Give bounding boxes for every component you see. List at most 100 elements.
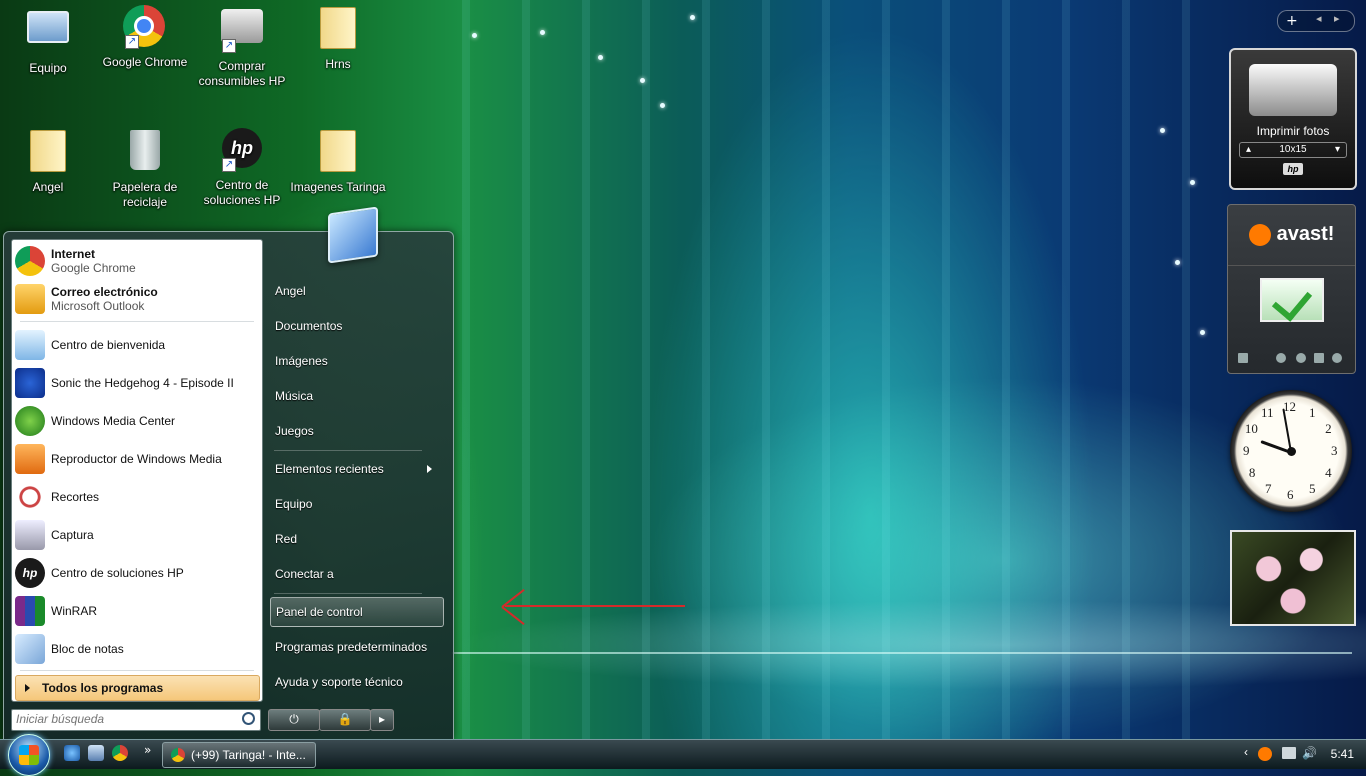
outlook-icon — [15, 284, 45, 314]
volume-icon[interactable]: 🔊 — [1302, 746, 1317, 760]
place-conectar-a[interactable]: Conectar a — [270, 559, 444, 589]
twitter-icon[interactable] — [1296, 353, 1306, 363]
clock-gadget[interactable]: 12 1 2 3 4 5 6 7 8 9 10 11 — [1230, 390, 1352, 512]
camera-icon — [15, 520, 45, 550]
clock[interactable]: 5:41 — [1331, 747, 1354, 761]
all-programs-button[interactable]: Todos los programas — [15, 675, 260, 701]
power-button[interactable]: ⏻ — [268, 709, 320, 731]
power-icon: ⏻ — [289, 712, 299, 726]
list-item[interactable]: Reproductor de Windows Media — [15, 442, 259, 476]
list-item[interactable]: WinRAR — [15, 594, 259, 628]
place-panel-de-control[interactable]: Panel de control — [270, 597, 444, 627]
rss-icon[interactable] — [1332, 353, 1342, 363]
desktop-icon-comprar-consumibles-hp[interactable]: ↗ Comprar consumibles HP — [194, 5, 290, 89]
desktop-icon-google-chrome[interactable]: ↗ Google Chrome — [97, 5, 193, 70]
chevron-down-icon[interactable]: ▾ — [1335, 143, 1340, 157]
user-folder-icon — [30, 130, 66, 172]
clock-numeral: 12 — [1283, 399, 1296, 414]
hp-logo: hp — [1283, 163, 1303, 175]
place-elementos-recientes[interactable]: Elementos recientes — [270, 454, 444, 484]
network-icon[interactable] — [1282, 747, 1296, 759]
taskbar-window-chrome[interactable]: (+99) Taringa! - Inte... — [162, 742, 316, 768]
pinned-item-title: Internet — [51, 247, 96, 261]
list-item[interactable]: Bloc de notas — [15, 632, 259, 666]
list-item-label: Centro de soluciones HP — [51, 566, 184, 580]
place-juegos[interactable]: Juegos — [270, 416, 444, 446]
slideshow-gadget[interactable] — [1230, 530, 1356, 626]
pinned-item-correo[interactable]: Correo electrónico Microsoft Outlook — [15, 282, 259, 316]
list-item[interactable]: Windows Media Center — [15, 404, 259, 438]
all-programs-label: Todos los programas — [42, 681, 164, 695]
printer-gadget-title: Imprimir fotos — [1256, 124, 1330, 138]
taskbar-window-title: (+99) Taringa! - Inte... — [191, 748, 306, 762]
up-arrow-icon[interactable]: ▴ — [1246, 143, 1251, 157]
place-musica[interactable]: Música — [270, 381, 444, 411]
search-input[interactable] — [12, 710, 240, 728]
add-gadget-button[interactable]: + — [1286, 11, 1298, 31]
lock-button[interactable]: 🔒 — [319, 709, 371, 731]
previous-icon[interactable]: ◂ — [1316, 12, 1322, 25]
desktop-icon-equipo[interactable]: Equipo — [0, 5, 96, 76]
computer-icon — [27, 11, 69, 43]
avast-ball-icon — [1248, 223, 1271, 246]
desktop-icon-angel[interactable]: Angel — [0, 128, 96, 195]
quick-launch-overflow[interactable]: » — [144, 743, 151, 757]
desktop-icon-label: Comprar consumibles HP — [198, 59, 286, 88]
shortcut-arrow-icon: ↗ — [125, 35, 139, 49]
avast-brand: avast! — [1276, 223, 1335, 245]
search-icon[interactable] — [242, 712, 255, 725]
list-item-label: Windows Media Center — [51, 414, 176, 428]
show-desktop-icon[interactable] — [88, 745, 104, 761]
place-red[interactable]: Red — [270, 524, 444, 554]
facebook-icon[interactable] — [1314, 353, 1324, 363]
wallpaper-sparkle — [472, 33, 477, 38]
list-item-label: Captura — [51, 528, 94, 542]
next-icon[interactable]: ▸ — [1334, 12, 1340, 25]
window-icon[interactable] — [1238, 353, 1248, 363]
taskbar: » (+99) Taringa! - Inte... ‹ 🔊 5:41 — [0, 734, 1366, 776]
clock-numeral: 3 — [1331, 443, 1338, 458]
winrar-icon — [15, 596, 45, 626]
power-controls: ⏻ 🔒 ▸ — [268, 709, 394, 731]
place-equipo[interactable]: Equipo — [270, 489, 444, 519]
desktop-icon-label: Papelera de reciclaje — [112, 180, 178, 209]
internet-explorer-icon[interactable] — [64, 745, 80, 761]
list-item[interactable]: hp Centro de soluciones HP — [15, 556, 259, 590]
refresh-icon[interactable] — [1276, 353, 1286, 363]
place-imagenes[interactable]: Imágenes — [270, 346, 444, 376]
chrome-icon[interactable] — [112, 745, 128, 761]
desktop-icon-hrns[interactable]: Hrns — [290, 5, 386, 72]
desktop-icon-imagenes-taringa[interactable]: Imagenes Taringa — [290, 128, 386, 195]
place-ayuda-soporte[interactable]: Ayuda y soporte técnico — [270, 667, 444, 697]
start-button[interactable] — [8, 734, 50, 776]
start-menu: Internet Google Chrome Correo electrónico… — [3, 231, 454, 740]
pinned-item-internet[interactable]: Internet Google Chrome — [15, 244, 259, 278]
printer-gadget[interactable]: Imprimir fotos ▴ 10x15 ▾ hp — [1229, 48, 1357, 190]
user-picture[interactable] — [328, 206, 378, 264]
wallpaper-sparkle — [1190, 180, 1195, 185]
place-angel[interactable]: Angel — [270, 276, 444, 306]
avast-tray-icon[interactable] — [1258, 747, 1272, 761]
wallpaper-sparkle — [640, 78, 645, 83]
desktop-icon-label: Imagenes Taringa — [290, 180, 386, 194]
avast-gadget[interactable]: avast! — [1227, 204, 1356, 374]
show-hidden-icons[interactable]: ‹ — [1244, 745, 1248, 759]
place-documentos[interactable]: Documentos — [270, 311, 444, 341]
wallpaper-sparkle — [690, 15, 695, 20]
pinned-item-title: Correo electrónico — [51, 285, 158, 299]
place-programas-predeterminados[interactable]: Programas predeterminados — [270, 632, 444, 662]
desktop-icon-papelera[interactable]: Papelera de reciclaje — [97, 128, 193, 210]
list-item-label: Recortes — [51, 490, 100, 504]
power-options-button[interactable]: ▸ — [370, 709, 394, 731]
desktop-icon-centro-soluciones-hp[interactable]: hp ↗ Centro de soluciones HP — [194, 128, 290, 208]
start-search-box[interactable] — [11, 709, 261, 731]
divider — [20, 670, 254, 671]
list-item[interactable]: Sonic the Hedgehog 4 - Episode II — [15, 366, 259, 400]
clock-numeral: 8 — [1248, 465, 1256, 480]
list-item[interactable]: Recortes — [15, 480, 259, 514]
printer-icon — [221, 9, 263, 43]
list-item[interactable]: Centro de bienvenida — [15, 328, 259, 362]
list-item[interactable]: Captura — [15, 518, 259, 552]
print-size-selector[interactable]: ▴ 10x15 ▾ — [1239, 142, 1347, 158]
welcome-center-icon — [15, 330, 45, 360]
